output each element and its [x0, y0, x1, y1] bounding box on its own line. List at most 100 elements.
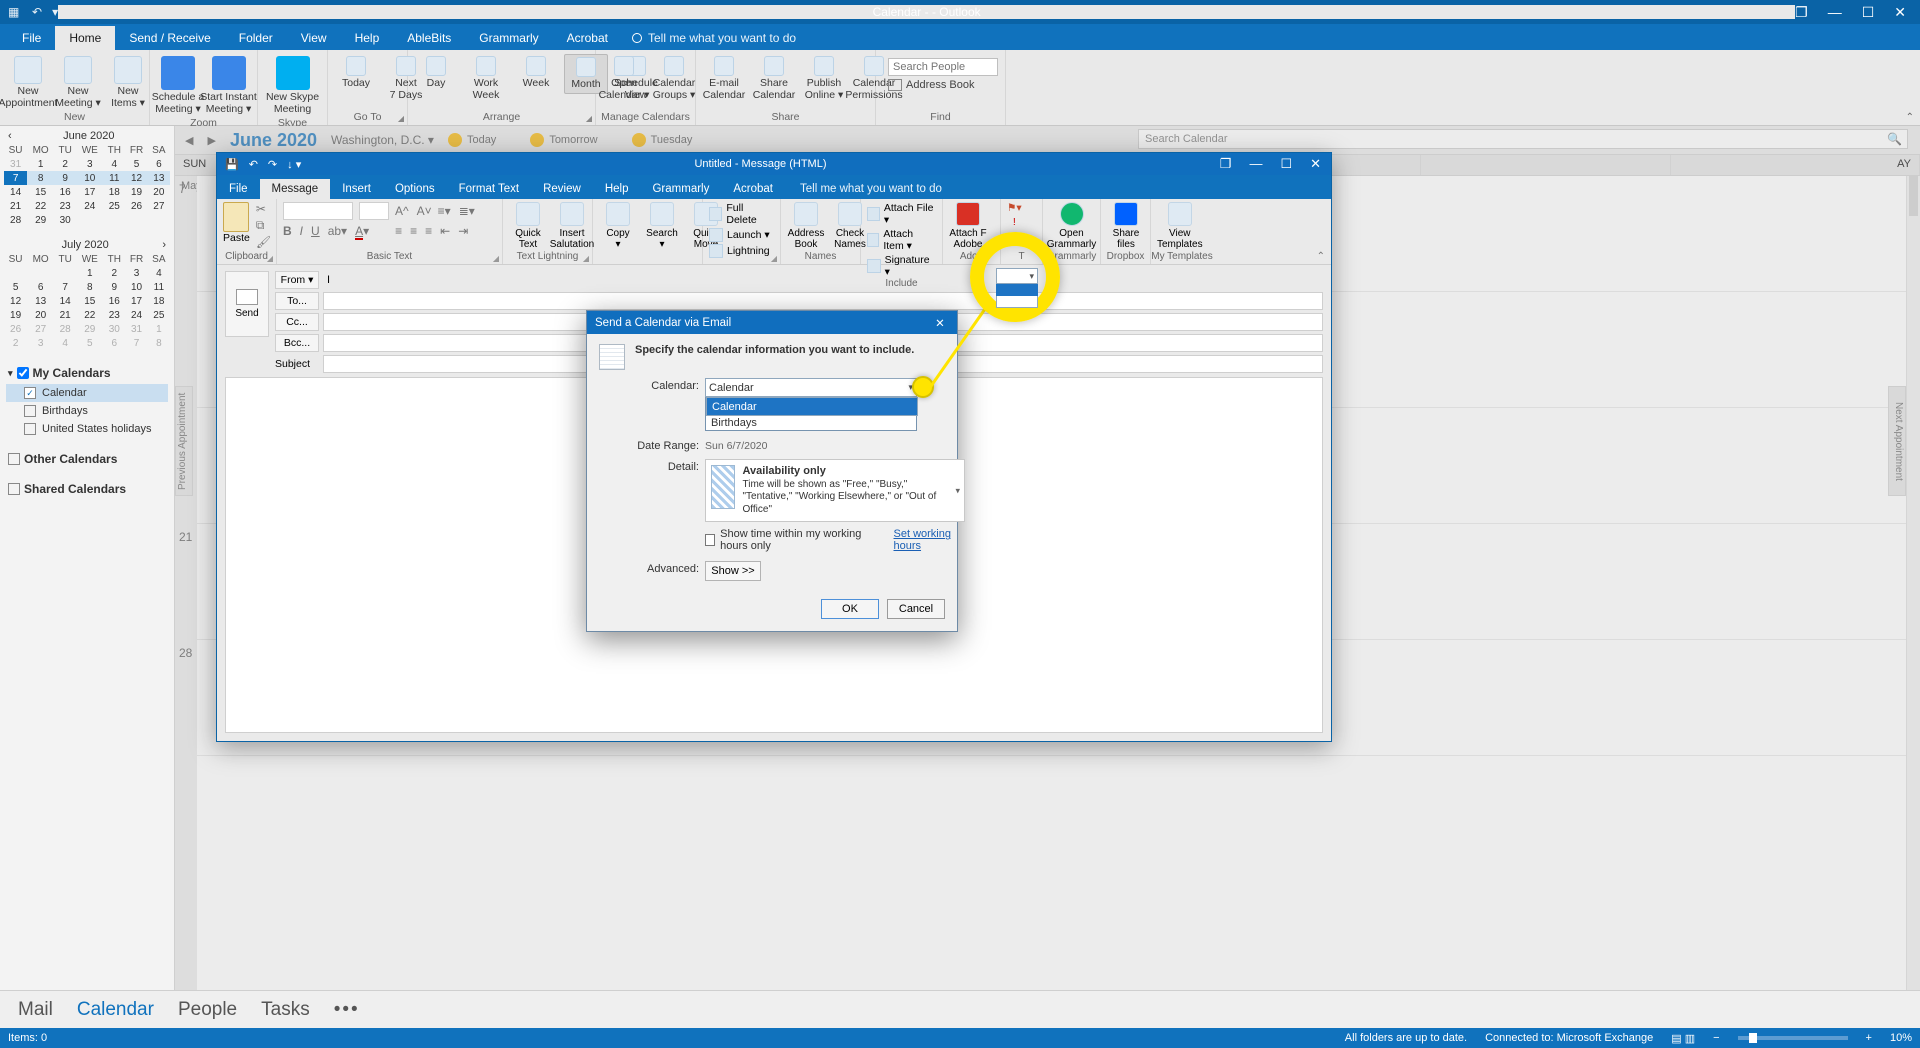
arrange-workweek-button[interactable]: Work Week [464, 54, 508, 103]
ok-button[interactable]: OK [821, 599, 879, 619]
msg-tab-help[interactable]: Help [593, 179, 641, 199]
nav-calendar[interactable]: Calendar [77, 999, 154, 1021]
undo-icon[interactable]: ↶ [249, 158, 258, 171]
msg-tab-acrobat[interactable]: Acrobat [721, 179, 785, 199]
cal-next-icon[interactable]: ▶ [207, 134, 215, 147]
search-icon[interactable]: 🔍 [1887, 132, 1902, 146]
attach-item-button[interactable]: Attach Item ▾ [867, 228, 936, 252]
full-delete-button[interactable]: Full Delete [709, 202, 774, 226]
calendar-item-holidays[interactable]: United States holidays [6, 420, 168, 438]
font-color-button[interactable]: A▾ [355, 224, 369, 238]
qat-more-icon[interactable]: ↓ ▾ [287, 158, 301, 171]
new-appointment-button[interactable]: New Appointment [6, 54, 50, 111]
skype-meeting-button[interactable]: New Skype Meeting [264, 54, 321, 117]
tell-me[interactable]: Tell me what you want to do [622, 26, 806, 50]
tab-file[interactable]: File [8, 26, 55, 50]
view-templates-button[interactable]: View Templates [1157, 202, 1203, 250]
set-working-hours-link[interactable]: Set working hours [894, 528, 966, 552]
nav-more-icon[interactable]: ••• [334, 999, 360, 1021]
msg-tab-options[interactable]: Options [383, 179, 447, 199]
tab-folder[interactable]: Folder [225, 26, 287, 50]
zoom-instant-button[interactable]: Start Instant Meeting ▾ [206, 54, 251, 117]
prev-month-icon[interactable]: ‹ [8, 130, 12, 142]
copy-icon[interactable]: ⧉ [256, 218, 271, 233]
nav-tasks[interactable]: Tasks [261, 999, 310, 1021]
new-items-button[interactable]: New Items ▾ [106, 54, 150, 111]
high-importance-icon[interactable]: ! [1013, 216, 1016, 228]
cc-button[interactable]: Cc... [275, 313, 319, 331]
scrollbar[interactable] [1906, 176, 1920, 990]
next-month-icon[interactable]: › [162, 239, 166, 251]
zoom-schedule-button[interactable]: Schedule a Meeting ▾ [156, 54, 200, 117]
cancel-button[interactable]: Cancel [887, 599, 945, 619]
nav-people[interactable]: People [178, 999, 237, 1021]
shrink-font-icon[interactable]: A˅ [417, 204, 432, 218]
dialog-close-icon[interactable]: ✕ [929, 314, 951, 332]
new-meeting-button[interactable]: New Meeting ▾ [56, 54, 100, 111]
msg-minimize-icon[interactable]: — [1249, 156, 1262, 172]
minimize-icon[interactable]: — [1828, 4, 1842, 21]
next-appointment-tab[interactable]: Next Appointment [1888, 386, 1906, 496]
detail-select[interactable]: Availability onlyTime will be shown as "… [705, 459, 965, 522]
email-calendar-button[interactable]: E-mail Calendar [702, 54, 746, 103]
dropdown-option-calendar[interactable]: Calendar [706, 397, 918, 416]
tab-ablebits[interactable]: AbleBits [393, 26, 465, 50]
share-calendar-button[interactable]: Share Calendar [752, 54, 796, 103]
address-book-button[interactable]: Address Book [787, 202, 825, 250]
to-button[interactable]: To... [275, 292, 319, 310]
msg-tab-insert[interactable]: Insert [330, 179, 383, 199]
previous-appointment-tab[interactable]: Previous Appointment [175, 386, 193, 496]
calendar-select[interactable]: Calendar▾ [705, 378, 917, 397]
my-calendars-group[interactable]: ▾My Calendars [6, 362, 168, 384]
tab-grammarly[interactable]: Grammarly [465, 26, 552, 50]
tab-view[interactable]: View [287, 26, 341, 50]
format-painter-icon[interactable]: 🖌 [256, 235, 271, 249]
align-left-button[interactable]: ≡ [395, 224, 402, 238]
lightning-button[interactable]: Lightning [709, 244, 774, 258]
maximize-icon[interactable]: ☐ [1862, 4, 1875, 21]
collapse-msg-ribbon-icon[interactable]: ⌃ [1317, 251, 1325, 262]
msg-close-icon[interactable]: ✕ [1310, 156, 1321, 172]
arrange-week-button[interactable]: Week [514, 54, 558, 92]
tab-help[interactable]: Help [341, 26, 394, 50]
today-button[interactable]: Today [334, 54, 378, 92]
msg-tab-file[interactable]: File [217, 179, 260, 199]
adobe-attach-button[interactable]: Attach F Adobe [949, 202, 987, 250]
working-hours-checkbox[interactable] [705, 534, 715, 546]
publish-online-button[interactable]: Publish Online ▾ [802, 54, 846, 103]
popout-icon[interactable]: ❐ [1795, 4, 1808, 21]
address-book-button[interactable]: Address Book [888, 79, 998, 91]
ql-copy-button[interactable]: Copy ▾ [599, 202, 637, 250]
font-size-select[interactable] [359, 202, 389, 220]
align-center-button[interactable]: ≡ [410, 224, 417, 238]
ql-search-button[interactable]: Search ▾ [643, 202, 681, 250]
insert-salutation-button[interactable]: Insert Salutation [553, 202, 591, 250]
advanced-show-button[interactable]: Show >> [705, 561, 761, 581]
to-input[interactable] [323, 292, 1323, 310]
highlight-button[interactable]: ab▾ [328, 224, 347, 238]
from-button[interactable]: From ▾ [275, 271, 319, 289]
tab-acrobat[interactable]: Acrobat [553, 26, 622, 50]
numbering-icon[interactable]: ≣▾ [459, 204, 475, 218]
open-grammarly-button[interactable]: Open Grammarly [1049, 202, 1094, 250]
grow-font-icon[interactable]: A^ [395, 204, 409, 218]
msg-tell-me[interactable]: Tell me what you want to do [785, 179, 952, 199]
msg-tab-format[interactable]: Format Text [447, 179, 532, 199]
save-icon[interactable]: 💾 [225, 158, 239, 171]
msg-maximize-icon[interactable]: ☐ [1280, 156, 1292, 172]
cal-prev-icon[interactable]: ◀ [185, 134, 193, 147]
nav-mail[interactable]: Mail [18, 999, 53, 1021]
paste-button[interactable]: Paste [223, 202, 250, 244]
send-button[interactable]: Send [225, 271, 269, 337]
view-icons[interactable]: ▤ ▥ [1671, 1032, 1695, 1045]
dropdown-option-birthdays[interactable]: Birthdays [706, 416, 916, 430]
calendar-item-calendar[interactable]: Calendar [6, 384, 168, 402]
qat-undo-icon[interactable]: ↶ [32, 5, 42, 19]
tab-send-receive[interactable]: Send / Receive [115, 26, 224, 50]
mini-calendar-july[interactable]: July 2020› SUMOTUWETHFRSA123456789101112… [0, 235, 174, 358]
close-icon[interactable]: ✕ [1894, 4, 1906, 21]
search-people-input[interactable] [888, 58, 998, 76]
search-calendar-input[interactable] [1138, 129, 1908, 149]
underline-button[interactable]: U [311, 224, 320, 238]
quick-text-button[interactable]: Quick Text [509, 202, 547, 250]
